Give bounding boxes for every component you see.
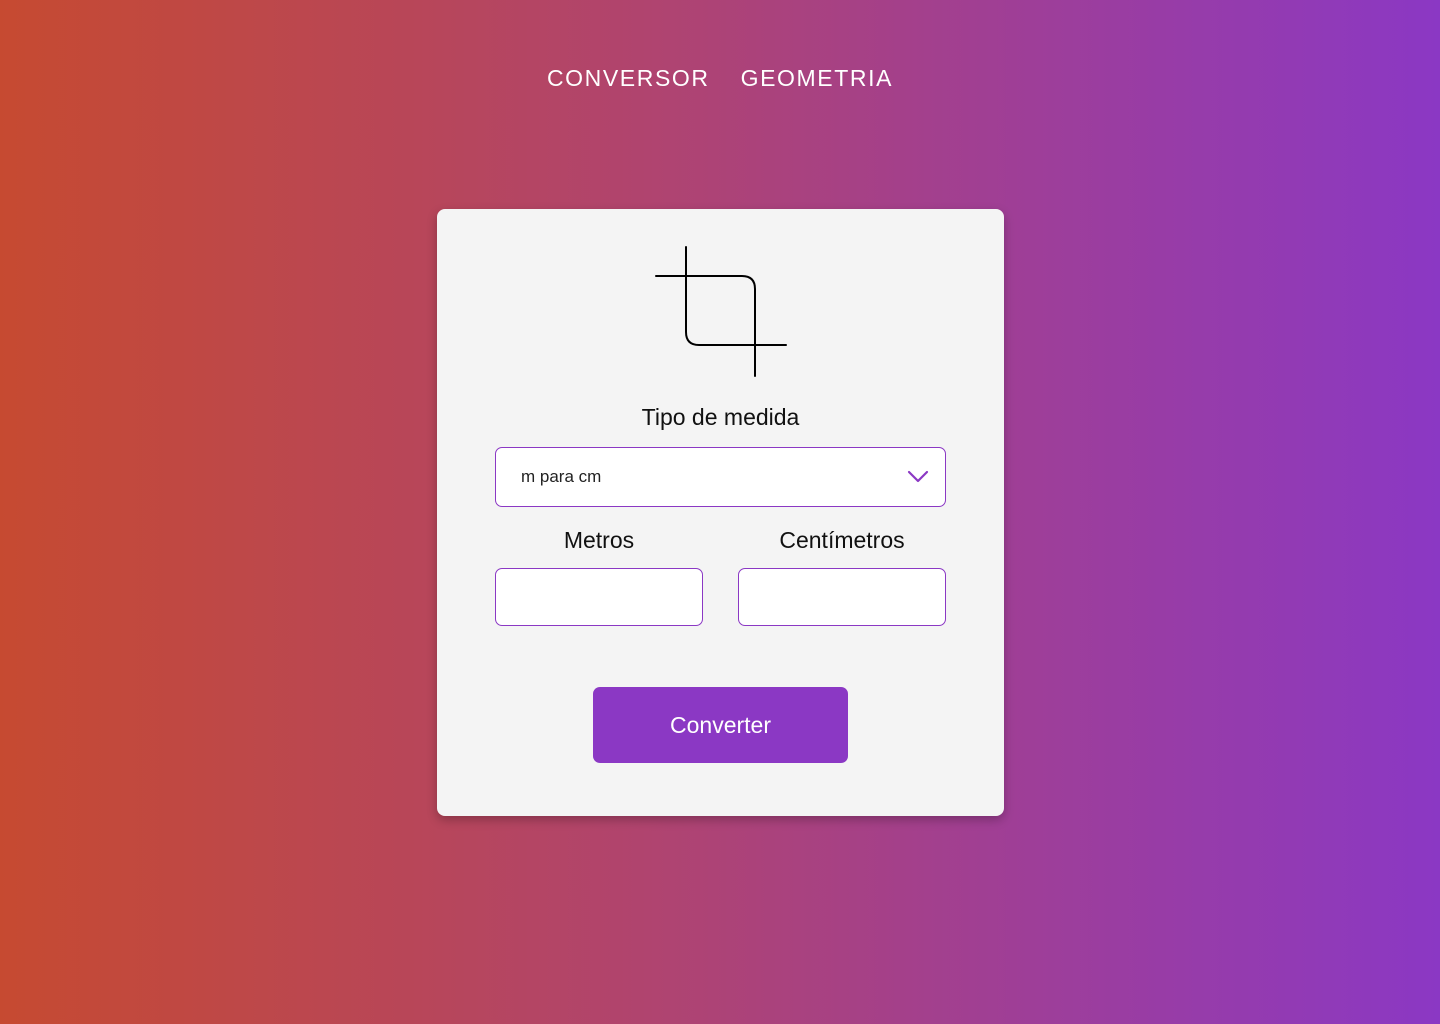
nav-link-conversor[interactable]: CONVERSOR [547,62,710,94]
select-value: m para cm [521,467,602,486]
meters-label: Metros [563,527,635,553]
centimeters-input[interactable] [738,568,946,626]
measure-type-select[interactable]: m para cm [495,447,946,507]
centimeters-label: Centímetros [779,527,905,553]
convert-button[interactable]: Converter [593,687,848,763]
top-nav: CONVERSOR GEOMETRIA [0,62,1440,94]
measure-type-label: Tipo de medida [641,404,800,430]
nav-link-geometria[interactable]: GEOMETRIA [741,62,893,94]
converter-card: Tipo de medida m para cm Metros Centímet… [437,209,1004,816]
chevron-down-icon [907,470,929,483]
crop-icon [655,246,787,377]
meters-input[interactable] [495,568,703,626]
